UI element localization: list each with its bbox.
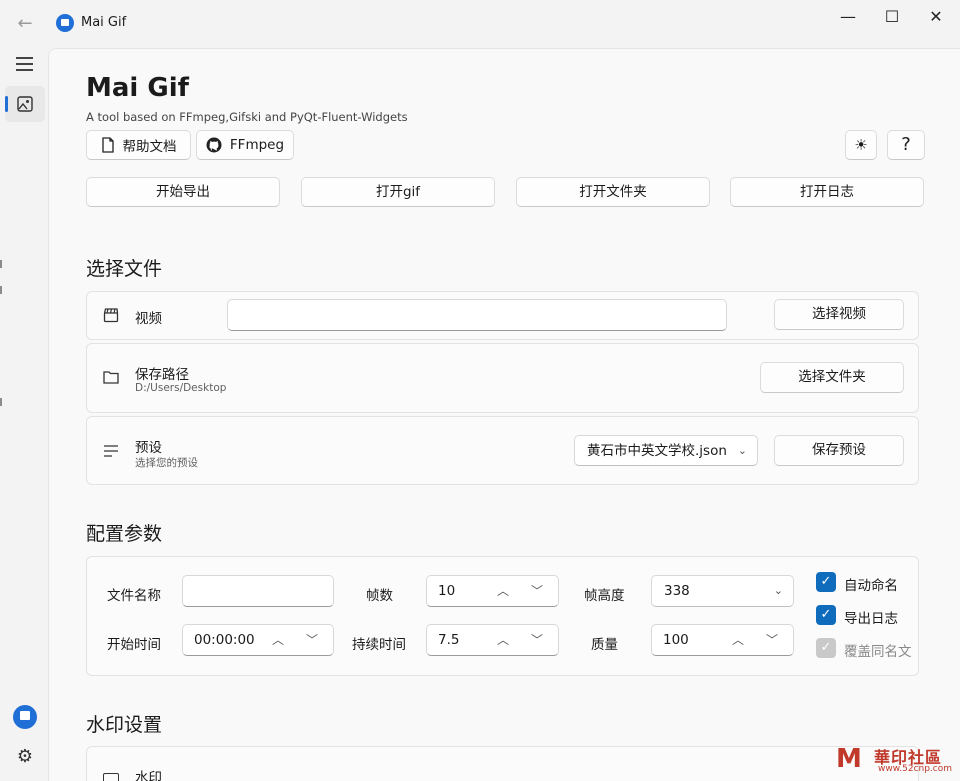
overwrite-label: 覆盖同名文 <box>844 644 912 660</box>
video-card: 视频 选择视频 <box>86 291 919 340</box>
ffmpeg-label: FFmpeg <box>229 137 285 153</box>
chevron-down-icon: ⌄ <box>737 444 747 457</box>
spin-up-icon[interactable]: ︿ <box>493 576 513 606</box>
config-card: 文件名称 帧数 10 ︿ ﹀ 帧高度 338 ⌄ ✓ 自动命名 开始时间 00:… <box>86 556 919 676</box>
open-log-button[interactable]: 打开日志 <box>730 177 924 207</box>
image-icon <box>17 96 33 112</box>
ffmpeg-button[interactable]: FFmpeg <box>196 130 294 160</box>
preset-selected-value: 黄石市中英文学校.json <box>587 443 727 459</box>
spin-up-icon[interactable]: ︿ <box>728 625 748 655</box>
maximize-button[interactable]: ☐ <box>870 4 914 30</box>
chevron-down-icon: ⌄ <box>773 584 783 597</box>
clapperboard-icon <box>103 308 119 323</box>
help-doc-button[interactable]: 帮助文档 <box>86 130 191 160</box>
export-log-checkbox[interactable]: ✓ <box>816 605 836 625</box>
nav-item-home[interactable] <box>5 86 45 122</box>
back-icon[interactable]: ← <box>13 12 37 36</box>
save-preset-button[interactable]: 保存预设 <box>774 435 904 466</box>
save-path-card: 保存路径 D:/Users/Desktop 选择文件夹 <box>86 343 919 413</box>
spin-down-icon[interactable]: ﹀ <box>527 576 547 606</box>
frame-height-value: 338 <box>664 583 690 599</box>
menu-icon[interactable] <box>12 52 38 76</box>
help-doc-label: 帮助文档 <box>122 139 177 155</box>
auto-name-label: 自动命名 <box>844 578 898 594</box>
file-name-input[interactable] <box>182 575 334 607</box>
video-label: 视频 <box>135 311 162 327</box>
fps-spinbox[interactable]: 10 ︿ ﹀ <box>426 575 559 607</box>
app-logo-icon <box>56 14 74 32</box>
watermark-title: 水印设置 <box>86 714 163 736</box>
spin-down-icon[interactable]: ﹀ <box>302 625 322 655</box>
selection-indicator <box>5 96 8 112</box>
overwrite-checkbox: ✓ <box>816 638 836 658</box>
settings-icon[interactable]: ⚙ <box>14 746 36 768</box>
preset-card: 预设 选择您的预设 黄石市中英文学校.json ⌄ 保存预设 <box>86 416 919 485</box>
fps-value: 10 <box>438 583 456 599</box>
help-button[interactable]: ? <box>887 130 925 160</box>
preset-select[interactable]: 黄石市中英文学校.json ⌄ <box>574 435 758 466</box>
watermark-label: 水印 <box>135 770 162 781</box>
file-name-label: 文件名称 <box>107 588 161 604</box>
spin-up-icon[interactable]: ︿ <box>493 625 513 655</box>
site-logo-icon: M <box>836 744 862 774</box>
github-icon <box>206 137 222 153</box>
page-subtitle: A tool based on FFmpeg,Gifski and PyQt-F… <box>86 110 408 124</box>
lines-icon <box>104 445 118 457</box>
save-path-label: 保存路径 <box>135 367 189 383</box>
config-title: 配置参数 <box>86 523 163 545</box>
fps-label: 帧数 <box>366 588 393 604</box>
site-watermark-url: www.52cnp.com <box>878 764 953 774</box>
spin-up-icon[interactable]: ︿ <box>268 625 288 655</box>
title-bar: ← Mai Gif — ☐ ✕ <box>0 0 960 48</box>
duration-label: 持续时间 <box>352 637 406 653</box>
save-path-value: D:/Users/Desktop <box>135 382 227 394</box>
edge-mark <box>0 286 2 294</box>
start-time-label: 开始时间 <box>107 637 161 653</box>
start-time-value: 00:00:00 <box>194 632 255 648</box>
duration-spinbox[interactable]: 7.5 ︿ ﹀ <box>426 624 559 656</box>
quality-label: 质量 <box>591 637 618 653</box>
page-title: Mai Gif <box>86 73 189 103</box>
video-path-input[interactable] <box>227 299 727 331</box>
question-icon: ? <box>901 134 911 155</box>
close-button[interactable]: ✕ <box>914 4 958 30</box>
frame-height-select[interactable]: 338 ⌄ <box>651 575 794 607</box>
quality-spinbox[interactable]: 100 ︿ ﹀ <box>651 624 794 656</box>
site-watermark: M 華印社區 www.52cnp.com <box>830 742 953 778</box>
document-icon <box>101 137 114 153</box>
open-gif-button[interactable]: 打开gif <box>301 177 495 207</box>
spin-down-icon[interactable]: ﹀ <box>762 625 782 655</box>
edge-mark <box>0 398 2 406</box>
quality-value: 100 <box>663 632 689 648</box>
main-content: Mai Gif A tool based on FFmpeg,Gifski an… <box>48 48 960 781</box>
folder-icon <box>103 371 119 384</box>
spin-down-icon[interactable]: ﹀ <box>527 625 547 655</box>
watermark-card: 水印 <box>86 746 919 781</box>
window-title: Mai Gif <box>81 15 127 30</box>
preset-hint: 选择您的预设 <box>135 457 198 469</box>
edge-mark <box>0 260 2 268</box>
auto-name-checkbox[interactable]: ✓ <box>816 572 836 592</box>
open-folder-button[interactable]: 打开文件夹 <box>516 177 710 207</box>
start-export-button[interactable]: 开始导出 <box>86 177 280 207</box>
theme-toggle-button[interactable]: ☀ <box>845 130 877 160</box>
minimize-button[interactable]: — <box>826 4 870 30</box>
select-video-button[interactable]: 选择视频 <box>774 299 904 330</box>
brightness-icon: ☀ <box>854 136 868 154</box>
export-log-label: 导出日志 <box>844 611 898 627</box>
start-time-spinbox[interactable]: 00:00:00 ︿ ﹀ <box>182 624 334 656</box>
select-folder-button[interactable]: 选择文件夹 <box>760 362 904 393</box>
frame-height-label: 帧高度 <box>584 588 625 604</box>
duration-value: 7.5 <box>438 632 460 648</box>
avatar[interactable] <box>13 705 37 729</box>
select-files-title: 选择文件 <box>86 258 163 280</box>
preset-label: 预设 <box>135 440 162 456</box>
